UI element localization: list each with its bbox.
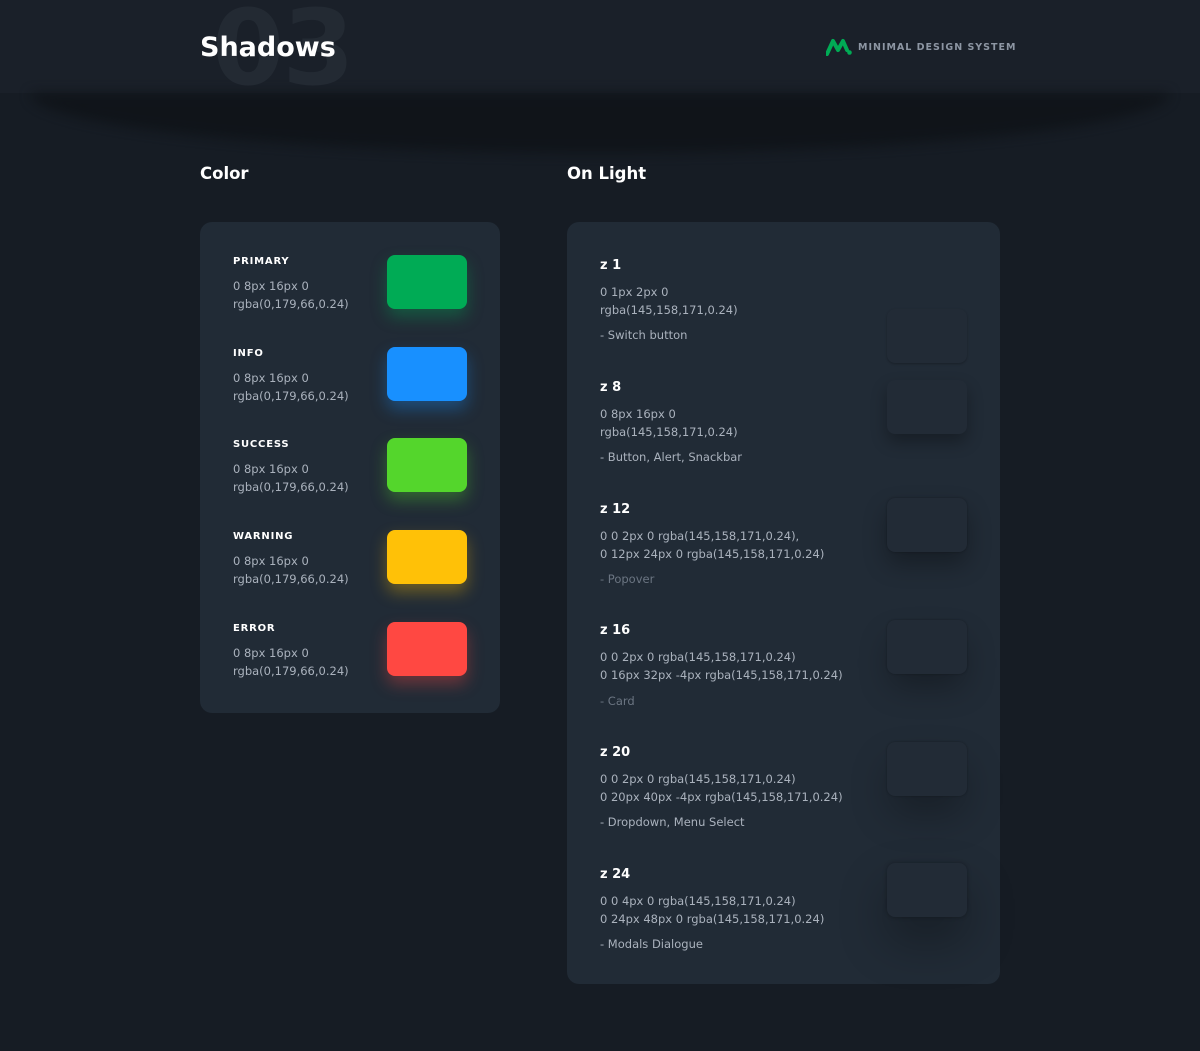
elevation-title: z 12 — [600, 502, 631, 517]
elevation-title: z 16 — [600, 623, 631, 638]
header-bar — [0, 0, 1200, 93]
elevation-title: z 1 — [600, 258, 622, 273]
success-swatch — [387, 438, 467, 492]
page-title: Shadows — [200, 32, 336, 63]
color-shadow-row-error: ERROR 0 8px 16px 0 rgba(0,179,66,0.24) — [233, 622, 473, 678]
elevation-row-z24: z 24 0 0 4px 0 rgba(145,158,171,0.24) 0 … — [600, 863, 970, 967]
elevation-usage: - Button, Alert, Snackbar — [600, 450, 743, 464]
elevation-row-z12: z 12 0 0 2px 0 rgba(145,158,171,0.24), 0… — [600, 498, 970, 602]
elevation-sample-z12 — [887, 498, 967, 552]
warning-swatch — [387, 530, 467, 584]
color-shadow-row-warning: WARNING 0 8px 16px 0 rgba(0,179,66,0.24) — [233, 530, 473, 586]
header-shadow — [30, 93, 1170, 153]
elevation-spec: 0 8px 16px 0 rgba(145,158,171,0.24) — [600, 407, 738, 439]
elevation-spec: 0 1px 2px 0 rgba(145,158,171,0.24) — [600, 285, 738, 317]
color-shadows-card: PRIMARY 0 8px 16px 0 rgba(0,179,66,0.24)… — [200, 222, 500, 713]
on-light-shadows-card: z 1 0 1px 2px 0 rgba(145,158,171,0.24) -… — [567, 222, 1000, 984]
color-spec: 0 8px 16px 0 rgba(0,179,66,0.24) — [233, 279, 349, 311]
elevation-row-z16: z 16 0 0 2px 0 rgba(145,158,171,0.24) 0 … — [600, 620, 970, 723]
elevation-usage: - Modals Dialogue — [600, 937, 703, 951]
elevation-spec: 0 0 2px 0 rgba(145,158,171,0.24), 0 12px… — [600, 529, 825, 561]
color-shadow-row-info: INFO 0 8px 16px 0 rgba(0,179,66,0.24) — [233, 347, 473, 403]
color-shadow-row-success: SUCCESS 0 8px 16px 0 rgba(0,179,66,0.24) — [233, 438, 473, 494]
elevation-usage: - Card — [600, 694, 635, 708]
elevation-sample-z1 — [887, 309, 967, 363]
brand[interactable]: MINIMAL DESIGN SYSTEM — [826, 38, 1016, 56]
elevation-usage: - Switch button — [600, 328, 688, 342]
elevation-row-z8: z 8 0 8px 16px 0 rgba(145,158,171,0.24) … — [600, 380, 970, 480]
elevation-row-z20: z 20 0 0 2px 0 rgba(145,158,171,0.24) 0 … — [600, 742, 970, 845]
brand-text: MINIMAL DESIGN SYSTEM — [858, 41, 1017, 53]
elevation-usage: - Popover — [600, 572, 655, 586]
color-spec: 0 8px 16px 0 rgba(0,179,66,0.24) — [233, 554, 349, 586]
info-swatch — [387, 347, 467, 401]
color-spec: 0 8px 16px 0 rgba(0,179,66,0.24) — [233, 371, 349, 403]
primary-swatch — [387, 255, 467, 309]
color-spec: 0 8px 16px 0 rgba(0,179,66,0.24) — [233, 462, 349, 494]
elevation-sample-z16 — [887, 620, 967, 674]
elevation-sample-z20 — [887, 742, 967, 796]
color-spec: 0 8px 16px 0 rgba(0,179,66,0.24) — [233, 646, 349, 678]
elevation-sample-z24 — [887, 863, 967, 917]
color-name: ERROR — [233, 623, 276, 634]
minimal-logo-icon — [826, 39, 852, 56]
color-name: PRIMARY — [233, 256, 290, 267]
color-name: SUCCESS — [233, 439, 290, 450]
elevation-sample-z8 — [887, 380, 967, 434]
elevation-spec: 0 0 2px 0 rgba(145,158,171,0.24) 0 16px … — [600, 650, 843, 682]
elevation-title: z 8 — [600, 380, 622, 395]
elevation-row-z1: z 1 0 1px 2px 0 rgba(145,158,171,0.24) -… — [600, 258, 970, 363]
elevation-spec: 0 0 4px 0 rgba(145,158,171,0.24) 0 24px … — [600, 894, 825, 926]
elevation-title: z 24 — [600, 867, 631, 882]
color-shadow-row-primary: PRIMARY 0 8px 16px 0 rgba(0,179,66,0.24) — [233, 255, 473, 311]
error-swatch — [387, 622, 467, 676]
color-name: WARNING — [233, 531, 294, 542]
on-light-section-title: On Light — [567, 164, 647, 183]
color-name: INFO — [233, 348, 264, 359]
elevation-title: z 20 — [600, 745, 631, 760]
color-section-title: Color — [200, 164, 249, 183]
elevation-usage: - Dropdown, Menu Select — [600, 815, 745, 829]
elevation-spec: 0 0 2px 0 rgba(145,158,171,0.24) 0 20px … — [600, 772, 843, 804]
